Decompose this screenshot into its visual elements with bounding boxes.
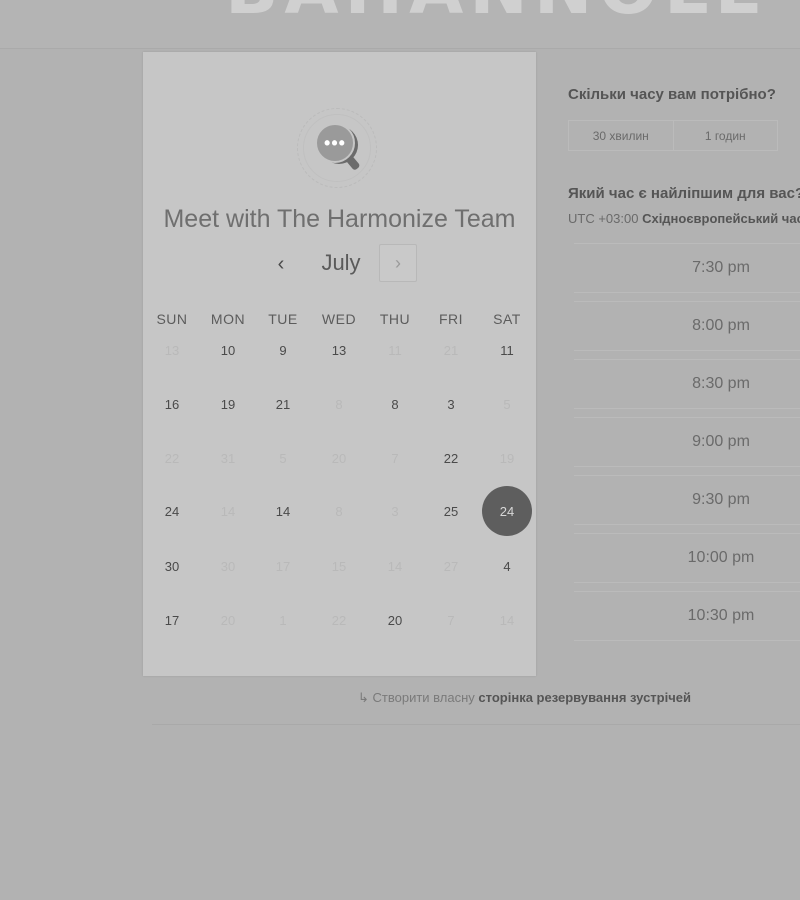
calendar-day[interactable]: 11 <box>482 325 532 375</box>
time-slot-list: 7:30 pm 8:00 pm 8:30 pm 9:00 pm 9:30 pm 10:00… <box>574 243 800 649</box>
footer-link-text: сторінка резервування зустрічей <box>478 690 691 705</box>
month-navigation: ‹ July › <box>143 244 536 286</box>
footer-prefix: Створити власну <box>372 690 475 705</box>
calendar-day[interactable]: 10 <box>203 325 253 375</box>
timezone-label[interactable]: UTC +03:00 Східноєвропейський час <box>568 211 800 226</box>
calendar-day: 8 <box>335 503 343 519</box>
calendar-day: 13 <box>164 342 180 358</box>
time-slot[interactable]: 9:30 pm <box>574 475 800 525</box>
calendar-day[interactable]: 30 <box>147 541 197 591</box>
time-slot[interactable]: 10:00 pm <box>574 533 800 583</box>
next-month-button[interactable]: › <box>379 244 417 282</box>
calendar-day[interactable]: 13 <box>314 325 364 375</box>
calendar-day: 22 <box>331 612 347 628</box>
month-label: July <box>321 250 361 275</box>
calendar-day[interactable]: 21 <box>258 379 308 429</box>
calendar-day[interactable]: 3 <box>426 379 476 429</box>
calendar-day: 22 <box>164 450 180 466</box>
calendar-day: 8 <box>335 396 343 412</box>
hubspot-sprocket-icon: ↳ <box>358 690 369 705</box>
calendar-day: 14 <box>387 558 403 574</box>
calendar-day[interactable]: 14 <box>258 486 308 536</box>
calendar-day[interactable]: 22 <box>426 433 476 483</box>
time-slot-label: 7:30 pm <box>692 259 750 276</box>
calendar-day: 14 <box>499 612 515 628</box>
time-slot-label: 8:00 pm <box>692 317 750 334</box>
team-avatar: ••• <box>297 108 377 188</box>
timezone-name: Східноєвропейський час <box>642 211 800 226</box>
calendar-day: 14 <box>220 503 236 519</box>
duration-option-30-min[interactable]: 30 хвилин <box>569 121 673 150</box>
calendar-day[interactable]: 24 <box>147 486 197 536</box>
duration-option-1-hour[interactable]: 1 годин <box>672 121 778 150</box>
calendar-day: 7 <box>447 612 455 628</box>
calendar-day[interactable]: 20 <box>370 595 420 645</box>
duration-question: Скільки часу вам потрібно? <box>568 86 776 103</box>
time-slot[interactable]: 10:30 pm <box>574 591 800 641</box>
calendar-day: 1 <box>279 612 287 628</box>
calendar-day: 19 <box>499 450 515 466</box>
calendar-day[interactable]: 16 <box>147 379 197 429</box>
calendar-day: 3 <box>391 503 399 519</box>
time-slot[interactable]: 8:00 pm <box>574 301 800 351</box>
booking-panel: Скільки часу вам потрібно? 30 хвилин 1 г… <box>568 0 800 660</box>
calendar-day: 17 <box>275 558 291 574</box>
calendar-day[interactable]: 17 <box>147 595 197 645</box>
time-slot[interactable]: 7:30 pm <box>574 243 800 293</box>
time-slot[interactable]: 8:30 pm <box>574 359 800 409</box>
calendar-day: 5 <box>279 450 287 466</box>
duration-selector: 30 хвилин 1 годин <box>568 120 778 151</box>
time-slot-label: 9:30 pm <box>692 491 750 508</box>
time-slot-label: 8:30 pm <box>692 375 750 392</box>
divider <box>152 724 800 725</box>
calendar-day: 21 <box>443 342 459 358</box>
calendar-day: 15 <box>331 558 347 574</box>
calendar-card: ••• Meet with The Harmonize Team ‹ July … <box>143 52 536 676</box>
prev-month-button[interactable]: ‹ <box>263 246 299 282</box>
calendar-day: 27 <box>443 558 459 574</box>
calendar-day[interactable]: 8 <box>370 379 420 429</box>
timezone-offset: UTC +03:00 <box>568 211 639 226</box>
calendar-day: 31 <box>220 450 236 466</box>
team-title: Meet with The Harmonize Team <box>163 205 516 233</box>
calendar-day[interactable]: 4 <box>482 541 532 591</box>
time-slot-label: 10:30 pm <box>687 607 755 624</box>
time-slot-label: 9:00 pm <box>692 433 750 450</box>
calendar-day: 5 <box>503 396 511 412</box>
time-slot-label: 10:00 pm <box>687 549 755 566</box>
calendar-day: 7 <box>391 450 399 466</box>
calendar-day: 20 <box>331 450 347 466</box>
calendar-day[interactable]: 25 <box>426 486 476 536</box>
calendar-day: 11 <box>388 342 402 358</box>
selected-day[interactable]: 24 <box>482 486 532 536</box>
time-slot[interactable]: 9:00 pm <box>574 417 800 467</box>
calendar-day: 20 <box>220 612 236 628</box>
create-booking-page-link[interactable]: ↳ Створити власну сторінка резервування … <box>358 690 691 706</box>
calendar-day: 30 <box>220 558 236 574</box>
time-question: Який час є найліпшим для вас? <box>568 185 800 202</box>
chat-bubble-icon: ••• <box>315 123 355 163</box>
calendar-day[interactable]: 19 <box>203 379 253 429</box>
calendar-day[interactable]: 9 <box>258 325 308 375</box>
